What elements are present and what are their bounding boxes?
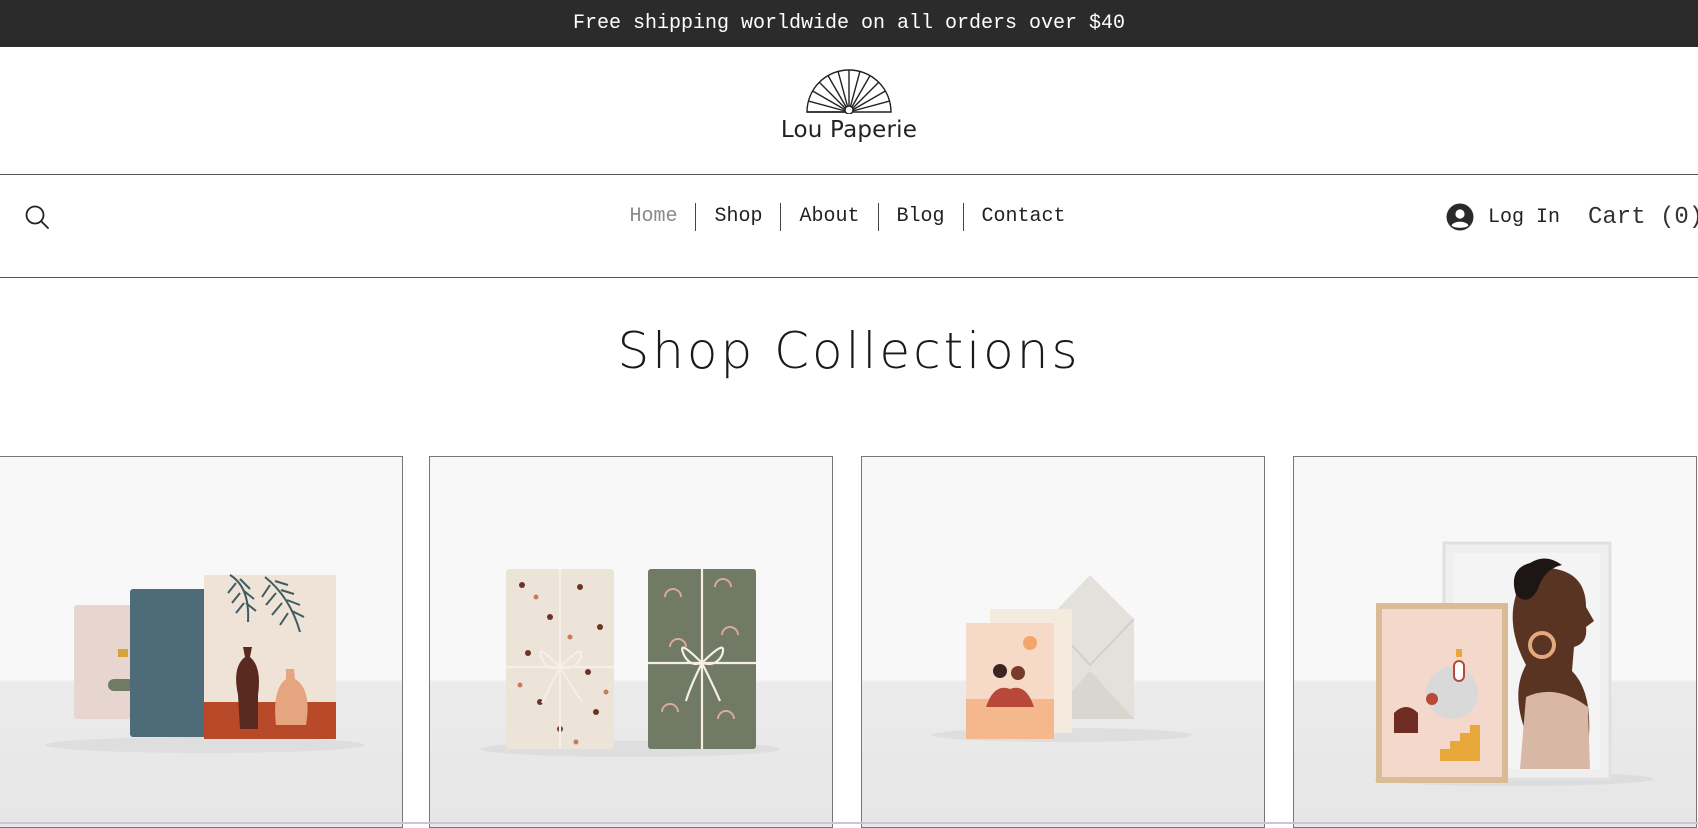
collection-card[interactable] bbox=[861, 456, 1265, 828]
nav-item-shop[interactable]: Shop bbox=[695, 203, 780, 231]
announcement-text: Free shipping worldwide on all orders ov… bbox=[572, 12, 1126, 35]
collection-card[interactable] bbox=[0, 456, 403, 828]
gift-wrap-illustration bbox=[480, 569, 780, 757]
header-divider-bottom bbox=[0, 277, 1698, 278]
cart-label: Cart (0) bbox=[1588, 204, 1698, 231]
page-title: Shop Collections bbox=[617, 322, 1081, 380]
header-divider-top bbox=[0, 174, 1698, 175]
login-button[interactable]: Log In bbox=[1446, 201, 1560, 233]
notebooks-illustration bbox=[45, 574, 365, 753]
brand-name: Lou Paperie bbox=[780, 117, 918, 143]
nav-item-about[interactable]: About bbox=[780, 203, 877, 231]
greeting-cards-illustration bbox=[932, 575, 1192, 742]
art-prints-illustration bbox=[1374, 541, 1654, 786]
collection-card[interactable] bbox=[429, 456, 833, 828]
brand-logo[interactable]: Lou Paperie bbox=[0, 66, 1698, 156]
nav-item-contact[interactable]: Contact bbox=[962, 203, 1084, 231]
nav-item-home[interactable]: Home bbox=[611, 203, 695, 231]
user-circle-icon bbox=[1446, 203, 1474, 231]
nav-item-blog[interactable]: Blog bbox=[877, 203, 963, 231]
login-label: Log In bbox=[1488, 205, 1561, 229]
announcement-bar: Free shipping worldwide on all orders ov… bbox=[0, 0, 1698, 47]
fan-icon bbox=[806, 69, 892, 114]
collection-card[interactable] bbox=[1293, 456, 1697, 828]
cart-button[interactable]: Cart (0) bbox=[1588, 204, 1698, 231]
main-nav: Home Shop About Blog Contact bbox=[0, 202, 1698, 232]
